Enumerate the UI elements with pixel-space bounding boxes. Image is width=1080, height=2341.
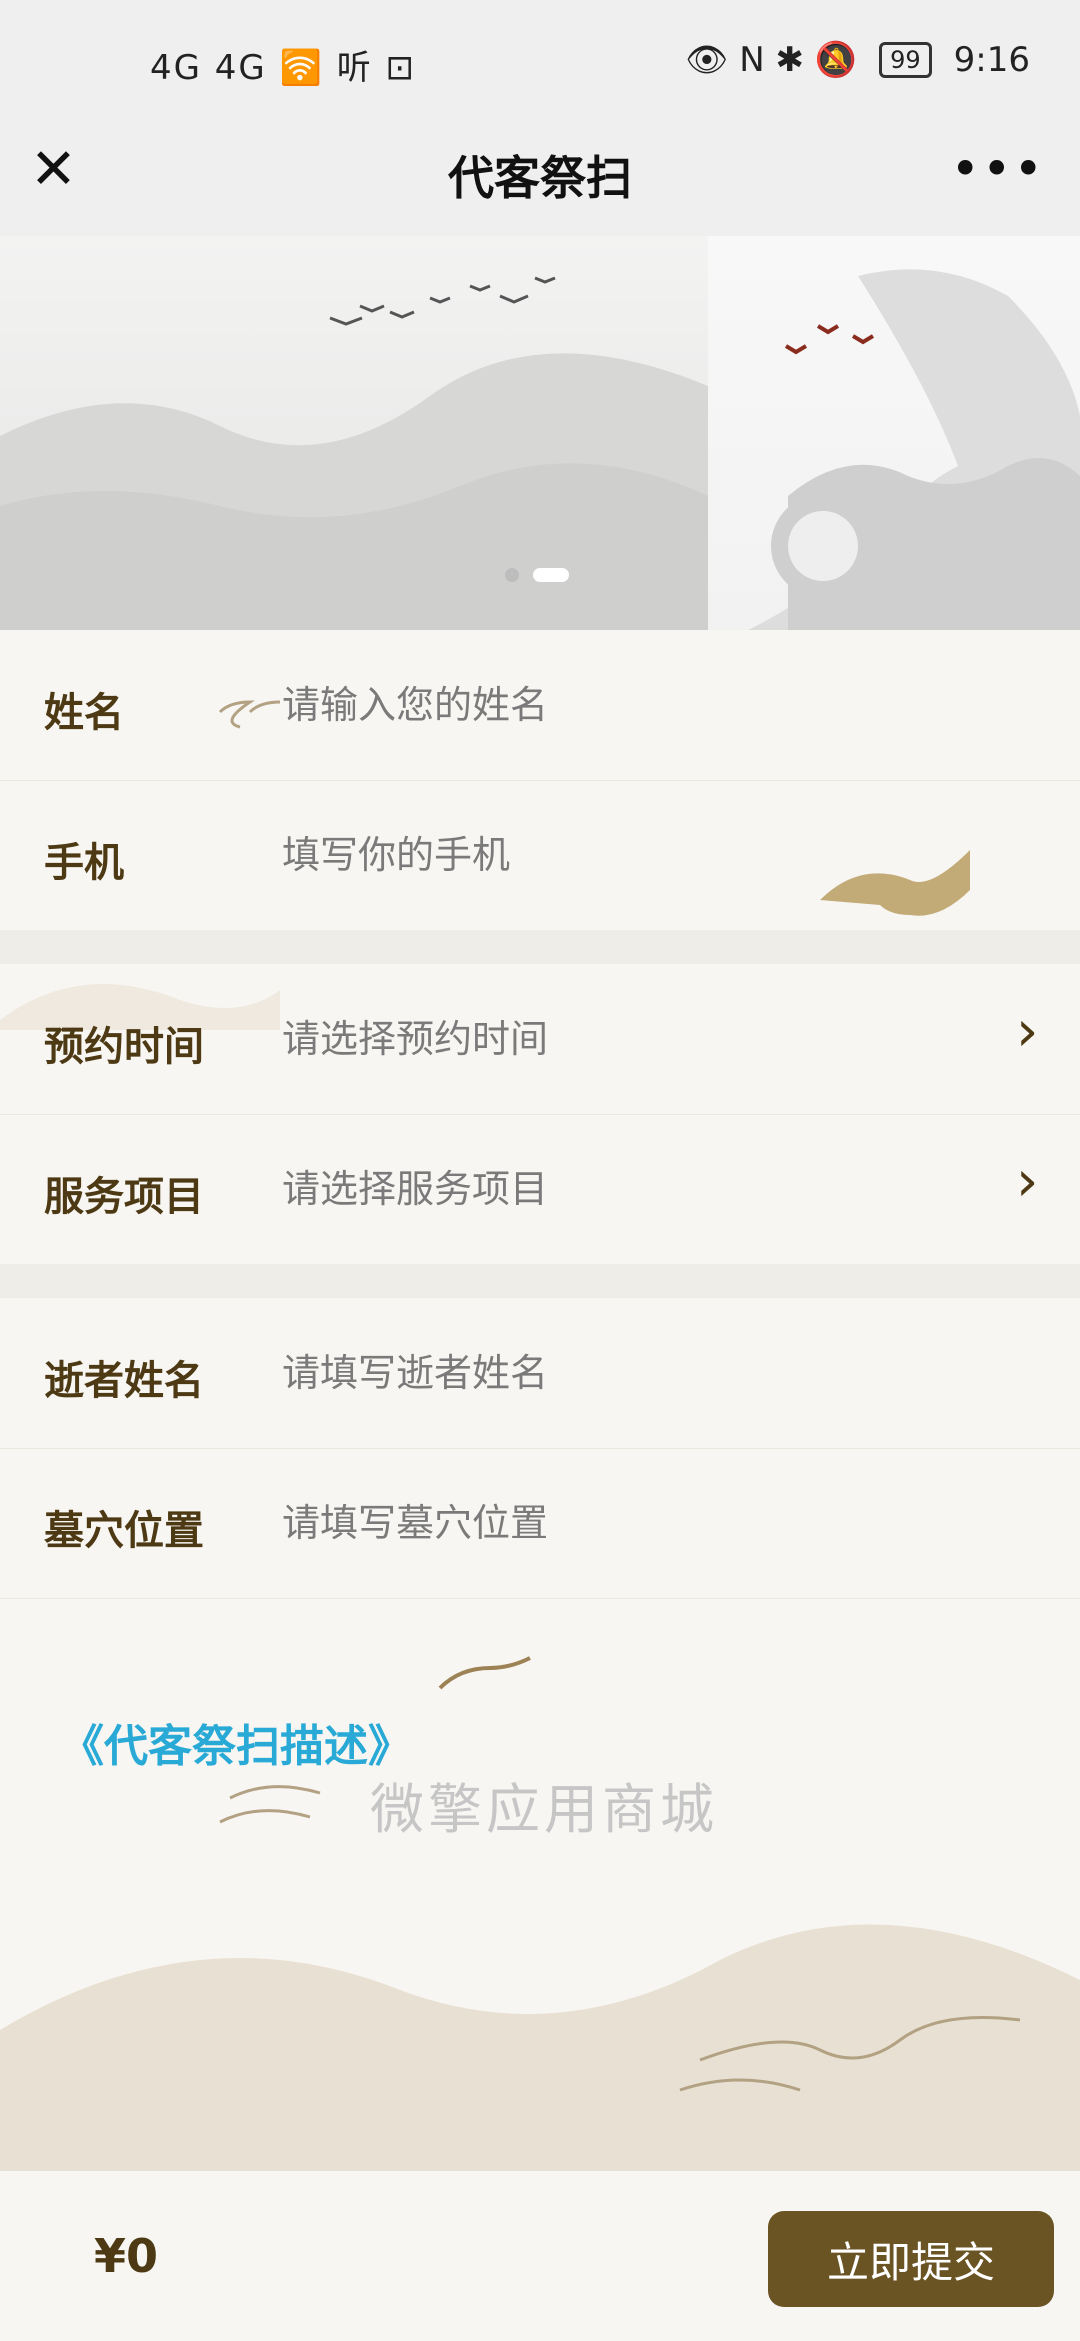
grave-location-input[interactable] [282,1484,982,1564]
scroll-illustration [748,269,1080,630]
clock: 9:16 [953,40,1030,80]
service-item-input[interactable] [282,1150,982,1230]
row-phone: 手机 [0,780,1080,931]
landscape-illustration [0,276,708,630]
phone-input[interactable] [282,816,982,896]
chevron-right-icon: › [1016,1149,1039,1214]
grave-location-label: 墓穴位置 [44,1508,204,1554]
booking-form: 姓名 手机 预约时间 › 服务项目 › 逝者姓名 墓穴位置 《代客祭扫描述》 微… [0,630,1080,2170]
description-link[interactable]: 《代客祭扫描述》 [60,1710,412,1774]
banner-dot-2[interactable] [533,568,569,582]
name-input[interactable] [282,666,982,746]
appointment-time-input[interactable] [282,1000,982,1080]
row-service-item[interactable]: 服务项目 › [0,1114,1080,1265]
status-left-icons: 4G 4G 🛜 听 ⊡ [150,48,417,88]
battery-indicator: 99 [879,42,932,78]
close-icon[interactable]: ✕ [30,142,80,198]
section-separator [0,930,1080,964]
watermark-text: 微擎应用商城 [370,1778,718,1841]
row-grave-location: 墓穴位置 [0,1448,1080,1599]
more-icon[interactable]: ••• [951,140,1045,198]
banner-slide-scroll [708,236,1080,630]
status-right: 👁 N ✱ 🔕 99 9:16 [685,40,1030,80]
banner-slide-landscape [0,236,708,630]
page-title: 代客祭扫 [448,151,632,205]
phone-label: 手机 [44,840,124,886]
deceased-name-label: 逝者姓名 [44,1358,204,1404]
section-separator [0,1264,1080,1298]
row-appointment-time[interactable]: 预约时间 › [0,964,1080,1115]
submit-button[interactable]: 立即提交 [768,2211,1054,2307]
deceased-name-input[interactable] [282,1334,982,1414]
footer-bar: ¥0 立即提交 [0,2170,1080,2341]
chevron-right-icon: › [1016,999,1039,1064]
row-name: 姓名 [0,630,1080,781]
banner-dots [505,568,569,582]
status-right-icons: 👁 N ✱ 🔕 [685,40,858,80]
appointment-time-label: 预约时间 [44,1024,204,1070]
title-bar: ✕ 代客祭扫 ••• [0,110,1080,240]
service-item-label: 服务项目 [44,1174,204,1220]
price-value: ¥0 [94,2229,159,2283]
banner-dot-1[interactable] [505,568,519,582]
row-deceased-name: 逝者姓名 [0,1298,1080,1449]
name-label: 姓名 [44,690,124,736]
